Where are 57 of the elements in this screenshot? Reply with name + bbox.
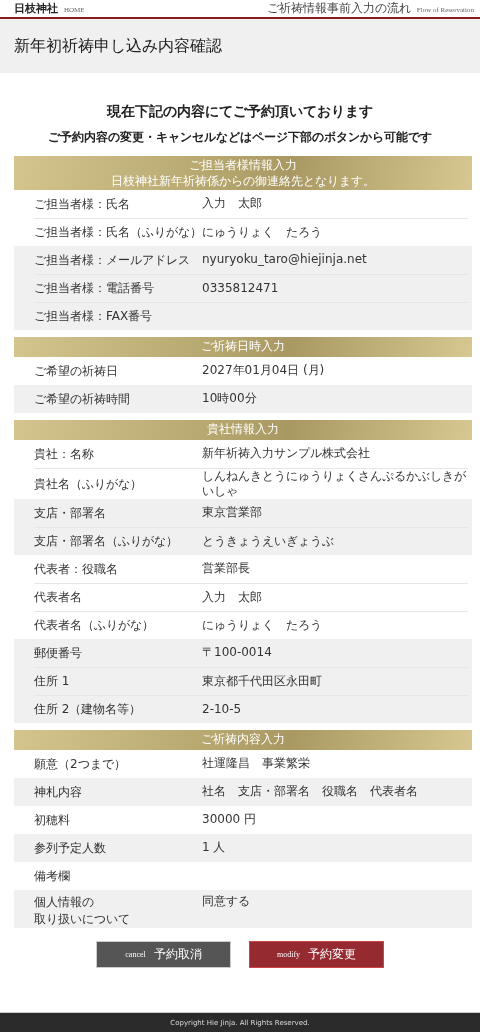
field-label: 参列予定人数 — [34, 839, 107, 857]
field-label: 個人情報の — [34, 894, 94, 911]
field-label: 郵便番号 — [34, 644, 83, 662]
field-label: 備考欄 — [34, 867, 71, 885]
field-label: 取り扱いについて — [34, 910, 130, 928]
section-title: 貴社情報入力 — [207, 422, 279, 438]
field-label: ご担当者様：電話番号 — [34, 280, 155, 297]
field-value: 東京都千代田区永田町 — [202, 674, 322, 689]
field-value: にゅうりょく たろう — [202, 618, 322, 633]
field-value: 1 人 — [202, 840, 226, 856]
field-label: 住所 2（建物名等） — [34, 701, 143, 718]
field-label: 支店・部署名 — [34, 504, 107, 522]
field-label: 貴社名（ふりがな） — [34, 475, 143, 493]
field-label: ご希望の祈祷時間 — [34, 390, 131, 408]
field-value: 2-10-5 — [202, 702, 242, 717]
confirmation-note: ご予約内容の変更・キャンセルなどはページ下部のボタンから可能です — [47, 129, 433, 146]
field-value: 入力 太郎 — [202, 590, 262, 605]
field-value: 新年祈祷入力サンプル株式会社 — [202, 446, 370, 462]
cancel-button[interactable]: cancel 予約取消 — [96, 940, 231, 968]
field-value: 入力 太郎 — [202, 196, 262, 212]
section-title: ご祈祷内容入力 — [201, 732, 285, 748]
field-label: 貴社：名称 — [34, 445, 95, 463]
field-value: 同意する — [202, 894, 250, 909]
field-value: とうきょうえいぎょうぶ — [202, 534, 334, 549]
field-label: ご担当者様：FAX番号 — [34, 308, 154, 325]
field-value: にゅうりょく たろう — [202, 225, 322, 240]
section-note: 日枝神社新年祈祷係からの御連絡先となります。 — [111, 173, 375, 188]
field-label: 支店・部署名（ふりがな） — [34, 533, 179, 550]
field-label: 代表者：役職名 — [34, 560, 119, 578]
field-label: 代表者名（ふりがな） — [34, 617, 155, 634]
field-label: 願意（2つまで） — [34, 755, 127, 773]
confirmation-heading: 現在下記の内容にてご予約頂いております — [105, 103, 374, 121]
flow-link[interactable]: ご祈祷情報事前入力の流れ — [266, 0, 411, 17]
field-label: ご担当者様：氏名 — [34, 195, 131, 213]
field-value: 10時00分 — [202, 391, 257, 407]
field-label: ご担当者様：氏名（ふりがな） — [34, 224, 202, 241]
field-value: 0335812471 — [202, 281, 279, 296]
field-label: 住所 1 — [34, 673, 71, 690]
field-label: 神札内容 — [34, 783, 83, 801]
page-title: 新年初祈祷申し込み内容確認 — [14, 35, 222, 57]
field-value: 社運隆昌 事業繁栄 — [202, 756, 310, 772]
field-label: 初穂料 — [34, 811, 71, 829]
field-value: しんねんきとうにゅうりょくさんぷるかぶしきがいしゃ — [202, 469, 467, 499]
field-value: 社名 支店・部署名 役職名 代表者名 — [202, 784, 418, 800]
section-title: ご担当者様情報入力 — [189, 158, 297, 174]
site-logo[interactable]: 日枝神社 — [14, 1, 58, 16]
field-value: nyuryoku_taro@hiejinja.net — [202, 252, 367, 268]
field-label: ご希望の祈祷日 — [34, 362, 119, 380]
field-value: 30000 円 — [202, 812, 256, 828]
field-label: 代表者名 — [34, 589, 83, 606]
field-value: 2027年01月04日 (月) — [202, 363, 325, 379]
modify-button[interactable]: modify 予約変更 — [249, 940, 384, 968]
section-title: ご祈祷日時入力 — [201, 339, 285, 355]
field-value: 営業部長 — [202, 561, 250, 577]
field-value: 〒100-0014 — [202, 645, 272, 661]
field-label: ご担当者様：メールアドレス — [34, 251, 191, 269]
field-value: 東京営業部 — [202, 505, 262, 521]
